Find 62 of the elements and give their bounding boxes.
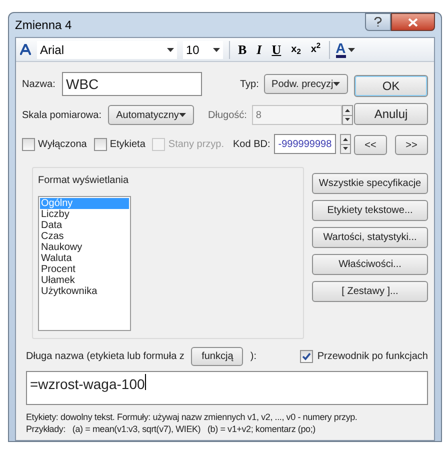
list-item[interactable]: Waluta bbox=[40, 253, 129, 264]
caret-icon bbox=[333, 82, 340, 86]
list-item[interactable]: Czas bbox=[40, 231, 129, 242]
side-button[interactable]: Wszystkie specyfikacje bbox=[312, 173, 428, 194]
help-button[interactable] bbox=[365, 13, 391, 31]
missing-code-field[interactable]: -999999998 bbox=[274, 134, 336, 154]
list-item[interactable]: Liczby bbox=[40, 209, 129, 220]
close-button[interactable] bbox=[391, 13, 435, 31]
checkbox-label: Przewodnik po funkcjach bbox=[317, 350, 428, 364]
help-icon bbox=[374, 17, 382, 27]
help-text: Przykłady: (a) = mean(v1:v3, sqrt(v7), WIEK) (b) = v1+v2; komentarz (po;) bbox=[26, 423, 316, 435]
field-label: Długość: bbox=[208, 108, 247, 122]
group-title: Format wyświetlania bbox=[38, 174, 130, 188]
bold-button[interactable]: B bbox=[236, 40, 249, 60]
checkbox-label: Stany przyp. bbox=[168, 138, 224, 152]
field-label: Kod BD: bbox=[233, 138, 270, 152]
caret-icon bbox=[348, 48, 355, 52]
type-dropdown[interactable]: Podw. precyzj bbox=[264, 74, 348, 94]
list-item[interactable]: Data bbox=[40, 220, 129, 231]
checkbox[interactable] bbox=[94, 138, 107, 150]
list-item[interactable]: Naukowy bbox=[40, 242, 129, 253]
window-title: Zmienna 4 bbox=[15, 17, 72, 34]
spin-buttons[interactable] bbox=[342, 105, 353, 125]
side-button[interactable]: Właściwości... bbox=[312, 254, 428, 275]
scale-dropdown[interactable]: Automatyczny bbox=[108, 105, 194, 125]
underline-button[interactable]: U bbox=[270, 40, 284, 60]
nav-button[interactable]: >> bbox=[395, 135, 428, 155]
format-list[interactable]: Ogólny Liczby Data Czas Naukowy Waluta Procent Ułamek Użytkownika bbox=[38, 196, 131, 331]
font-dropdown[interactable]: Arial bbox=[37, 40, 177, 58]
caret-icon bbox=[178, 113, 186, 117]
caret-icon bbox=[213, 48, 220, 52]
field-label: Nazwa: bbox=[22, 78, 56, 92]
superscript-button[interactable]: x$^{2}$ bbox=[308, 42, 323, 57]
function-button[interactable]: funkcją bbox=[191, 347, 244, 366]
checkbox[interactable] bbox=[22, 138, 35, 150]
long-name-field[interactable]: =wzrost-waga-100 bbox=[26, 371, 428, 405]
subscript-button[interactable]: x$_{2}$ bbox=[289, 42, 303, 57]
spin-buttons[interactable] bbox=[340, 134, 352, 154]
italic-button[interactable]: I bbox=[254, 40, 264, 60]
dialog-button[interactable]: Anuluj bbox=[354, 103, 428, 125]
text-color-button[interactable]: A bbox=[336, 41, 355, 58]
dialog-button[interactable]: OK bbox=[354, 75, 428, 97]
close-icon bbox=[408, 18, 418, 26]
checkbox-label: Etykieta bbox=[110, 138, 146, 152]
font-icon bbox=[20, 44, 31, 55]
size-dropdown[interactable]: 10 bbox=[183, 40, 223, 58]
field-label: Skala pomiarowa: bbox=[22, 108, 102, 122]
list-item[interactable]: Procent bbox=[40, 264, 129, 275]
name-field[interactable]: WBC bbox=[62, 72, 202, 96]
help-text: Etykiety: dowolny tekst. Formuły: używaj nazw zmiennych v1, v2, ..., v0 - numery przyp. bbox=[26, 411, 358, 423]
list-item[interactable]: Użytkownika bbox=[40, 286, 129, 297]
list-item[interactable]: Ułamek bbox=[40, 275, 129, 286]
checkbox[interactable] bbox=[300, 350, 314, 363]
checkbox-label: Wyłączona bbox=[38, 138, 87, 152]
side-button[interactable]: Etykiety tekstowe... bbox=[312, 200, 428, 221]
long-name-label: Długa nazwa (etykieta lub formuła z bbox=[26, 350, 184, 364]
caret-icon bbox=[167, 48, 174, 52]
side-button[interactable]: Wartości, statystyki... bbox=[312, 227, 428, 248]
side-button[interactable]: [ Zestawy ]... bbox=[312, 281, 428, 302]
nav-button[interactable]: << bbox=[354, 135, 387, 155]
field-label: Typ: bbox=[240, 78, 259, 92]
long-name-label: ): bbox=[250, 350, 257, 364]
